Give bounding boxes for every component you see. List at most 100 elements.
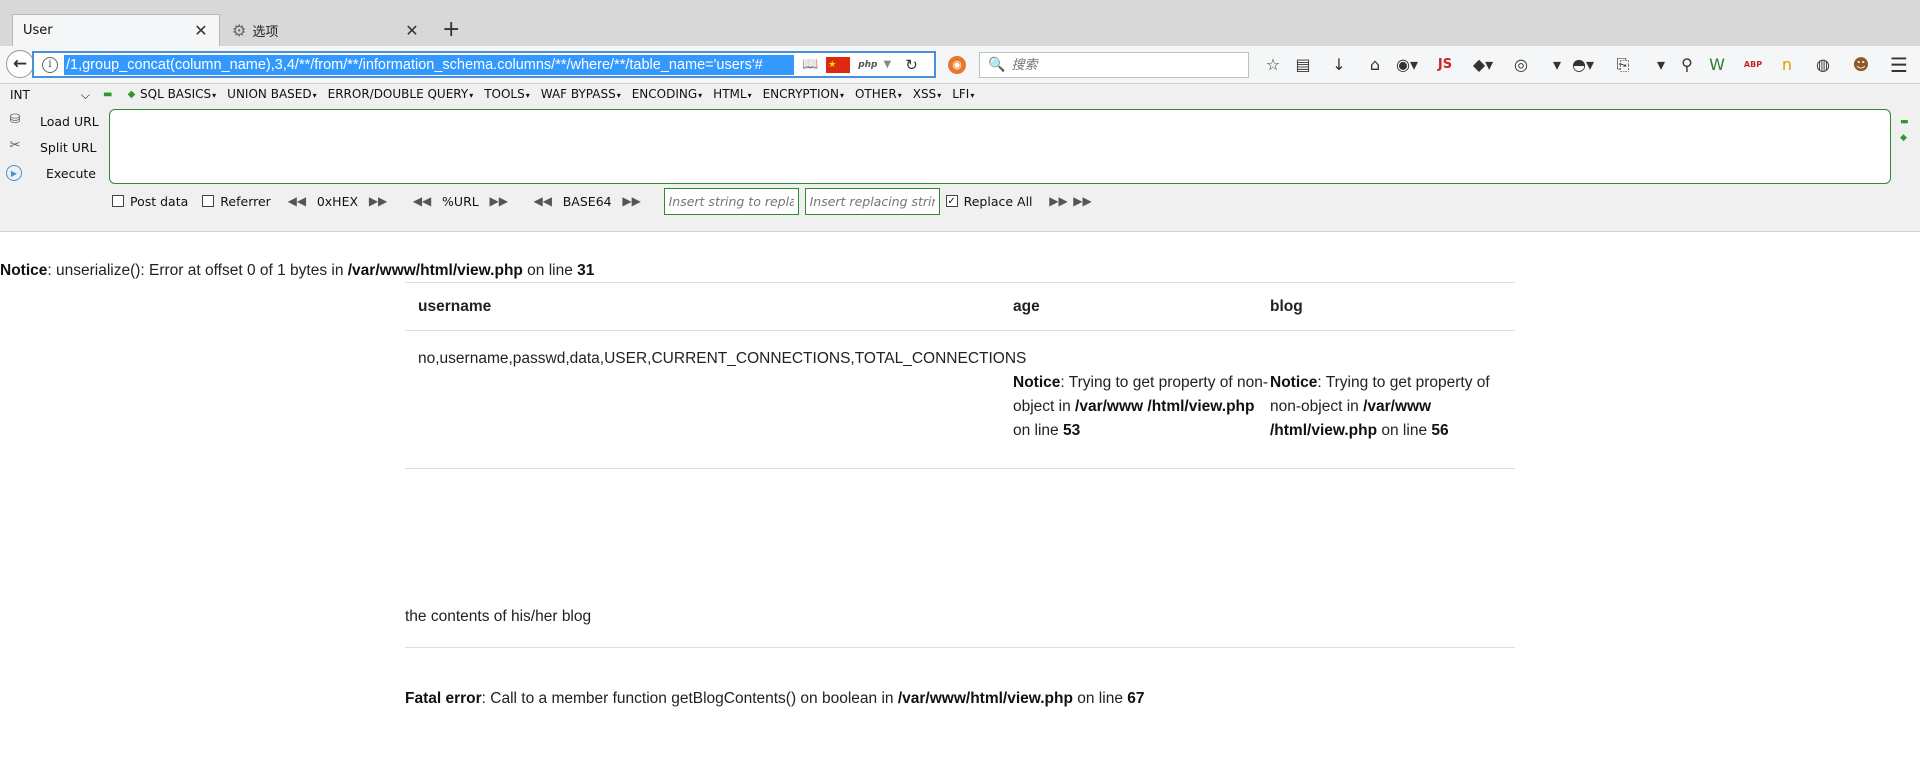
js-icon[interactable]: JS: [1432, 54, 1458, 76]
globe-icon[interactable]: ◉▾: [1394, 54, 1420, 76]
hackbar-menu-lfi[interactable]: LFI: [952, 87, 974, 101]
gear-icon: ⚙: [232, 20, 247, 40]
bookmark-star-icon[interactable]: ☆: [1260, 54, 1286, 76]
hex-encode-arrow-icon[interactable]: ▶▶: [366, 194, 390, 208]
replace-arrow-2-icon[interactable]: ▶▶: [1071, 194, 1095, 208]
hackbar-toggle-icon[interactable]: ▬ ◆: [103, 89, 141, 100]
notice-label: Notice: [0, 262, 48, 279]
tab-label: User: [23, 23, 53, 38]
fatal-label: Fatal error: [405, 690, 482, 707]
download-icon[interactable]: ↓: [1326, 54, 1352, 76]
hackbar-menu-other[interactable]: OTHER: [855, 87, 902, 101]
new-tab-button[interactable]: +: [442, 17, 460, 42]
base64-encoder: ◀◀ BASE64 ▶▶: [531, 194, 644, 209]
user-table: username age blog no,username,passwd,dat…: [405, 282, 1515, 469]
hackbar-options: Post data Referrer ◀◀ 0xHEX ▶▶ ◀◀ %URL ▶…: [112, 187, 1095, 215]
n-ext-icon[interactable]: n: [1774, 54, 1800, 76]
clipboard-icon[interactable]: ⎘: [1610, 54, 1636, 76]
load-url-button[interactable]: ⛁ Load URL: [6, 108, 102, 134]
hackbar-menu-xss[interactable]: XSS: [913, 87, 941, 101]
base64-encode-arrow-icon[interactable]: ▶▶: [620, 194, 644, 208]
adblock-icon[interactable]: ABP: [1740, 54, 1766, 76]
eye-ext-icon[interactable]: ◓▾: [1570, 54, 1596, 76]
url-input[interactable]: /1,group_concat(column_name),3,4/**/from…: [64, 54, 794, 75]
hackbar-menu-tools[interactable]: TOOLS: [484, 87, 530, 101]
hex-encoder: ◀◀ 0xHEX ▶▶: [285, 194, 390, 209]
referrer-checkbox[interactable]: [202, 195, 215, 207]
close-tab-icon[interactable]: ✕: [193, 21, 209, 40]
dropdown-icon[interactable]: ▾: [1544, 54, 1570, 76]
hex-decode-arrow-icon[interactable]: ◀◀: [285, 194, 309, 208]
tab-label: 选项: [252, 24, 279, 40]
hackbar-side-icons[interactable]: ▬ ◆: [1900, 114, 1909, 146]
tab-options[interactable]: ⚙ 选项 ✕: [222, 14, 430, 46]
cell-blog: Notice: Trying to get property of non-ob…: [1270, 331, 1515, 443]
home-icon[interactable]: ⌂: [1362, 54, 1388, 76]
hackbar-menu: INT ⌵ ▬ ◆ SQL BASICS UNION BASED ERROR/DOU…: [0, 84, 1920, 106]
hackbar-menu-encryption[interactable]: ENCRYPTION: [763, 87, 844, 101]
notice-line: 56: [1431, 422, 1449, 439]
zoom-icon[interactable]: ⚲: [1674, 54, 1700, 76]
table-header: username age blog: [405, 283, 1515, 331]
navigation-bar: ← i /1,group_concat(column_name),3,4/**/…: [0, 46, 1920, 84]
reload-icon[interactable]: ↻: [905, 56, 918, 74]
cell-username: no,username,passwd,data,USER,CURRENT_CON…: [418, 350, 1027, 367]
fatal-error: Fatal error: Call to a member function g…: [405, 690, 1145, 708]
page-content: Notice: unserialize(): Error at offset 0…: [0, 232, 1920, 771]
table-row: no,username,passwd,data,USER,CURRENT_CON…: [405, 331, 1515, 469]
url-bar[interactable]: i /1,group_concat(column_name),3,4/**/fr…: [32, 51, 936, 78]
back-button[interactable]: ←: [6, 50, 34, 78]
site-info-icon[interactable]: i: [42, 56, 58, 73]
china-flag-icon[interactable]: ★: [826, 56, 851, 73]
hackbar-menu-items: SQL BASICS UNION BASED ERROR/DOUBLE QUERY T…: [140, 87, 974, 101]
blog-contents: the contents of his/her blog: [405, 608, 1515, 648]
replace-all-checkbox[interactable]: ✓: [945, 195, 958, 207]
hackbar-menu-sql-basics[interactable]: SQL BASICS: [140, 87, 216, 101]
notice-label: Notice: [1013, 374, 1061, 391]
replace-arrow-icon[interactable]: ▶▶: [1047, 194, 1071, 208]
reader-view-icon[interactable]: 📖: [802, 57, 818, 72]
fatal-on-line: on line: [1072, 690, 1128, 707]
load-url-label: Load URL: [40, 113, 99, 129]
replace-string-input[interactable]: [804, 187, 940, 215]
find-string-input[interactable]: [663, 187, 799, 215]
header-username: username: [418, 297, 492, 315]
url-encoder: ◀◀ %URL ▶▶: [410, 194, 511, 209]
shield-icon[interactable]: W: [1704, 54, 1730, 76]
search-icon: 🔍: [988, 57, 1006, 73]
search-input[interactable]: [1011, 57, 1232, 73]
library-icon[interactable]: ▤: [1290, 54, 1316, 76]
menu-icon[interactable]: ☰: [1886, 54, 1912, 76]
hackbar-actions: ⛁ Load URL ✂ Split URL ▶ Execute: [6, 108, 102, 186]
hackbar-menu-html[interactable]: HTML: [713, 87, 751, 101]
type-select-value: INT: [10, 88, 30, 102]
url-encode-arrow-icon[interactable]: ▶▶: [487, 194, 511, 208]
post-data-checkbox[interactable]: [112, 195, 124, 207]
hackbar-url-textarea[interactable]: [109, 109, 1891, 184]
close-tab-icon[interactable]: ✕: [404, 21, 420, 40]
split-url-label: Split URL: [40, 139, 97, 155]
tab-user[interactable]: User ✕: [12, 14, 220, 46]
hackbar-menu-encoding[interactable]: ENCODING: [632, 87, 702, 101]
hackbar-menu-error-double-query[interactable]: ERROR/DOUBLE QUERY: [328, 87, 474, 101]
url-dropdown-icon[interactable]: ▼: [883, 59, 891, 70]
dropdown-2-icon[interactable]: ▾: [1648, 54, 1674, 76]
type-select[interactable]: INT ⌵: [6, 86, 94, 104]
php-icon[interactable]: php: [858, 60, 877, 70]
load-url-icon: ⛁: [9, 112, 21, 127]
split-url-button[interactable]: ✂ Split URL: [6, 134, 102, 160]
extension-icon[interactable]: ◉: [948, 56, 966, 74]
monkey-icon[interactable]: ☻: [1848, 54, 1874, 76]
earth-icon[interactable]: ◍: [1810, 54, 1836, 76]
hackbar-menu-union-based[interactable]: UNION BASED: [227, 87, 316, 101]
fatal-line: 67: [1127, 690, 1145, 707]
color-ext-icon[interactable]: ◆▾: [1470, 54, 1496, 76]
base64-decode-arrow-icon[interactable]: ◀◀: [531, 194, 555, 208]
execute-button[interactable]: ▶ Execute: [6, 160, 102, 186]
url-decode-arrow-icon[interactable]: ◀◀: [410, 194, 434, 208]
search-bar[interactable]: 🔍: [979, 52, 1249, 78]
cell-age: Notice: Trying to get property of non-ob…: [1013, 331, 1270, 443]
hackbar-menu-waf-bypass[interactable]: WAF BYPASS: [541, 87, 621, 101]
notice-line: 53: [1062, 422, 1081, 439]
palette-icon[interactable]: ◎: [1508, 54, 1534, 76]
